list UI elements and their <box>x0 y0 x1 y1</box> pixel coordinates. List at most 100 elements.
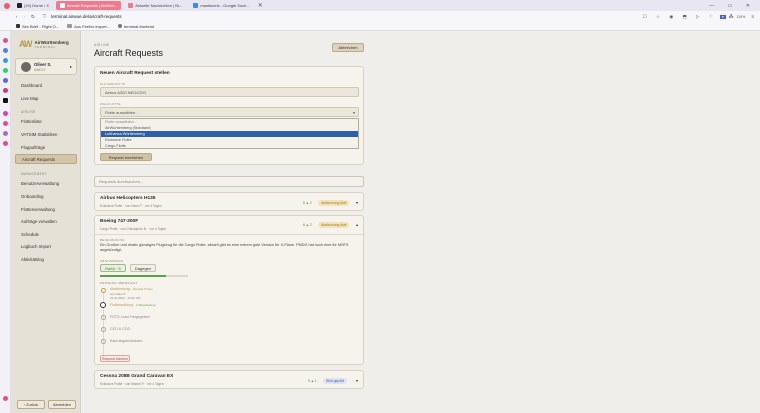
back-button[interactable]: ‹ Zurück <box>17 400 45 409</box>
step-2: Flottenprüfung · In Bearbeitung <box>110 303 156 307</box>
request-card[interactable]: Cessna 208B Grand Caravan EX Exklusive F… <box>94 370 364 389</box>
sidebar-app-icon-9[interactable] <box>3 121 8 126</box>
nav-vatsim-statistiken[interactable]: VATSIM Statistiken <box>15 129 77 139</box>
chevron-down-icon[interactable]: ▾ <box>356 378 358 383</box>
app-sidebar: AW AirWürttemberg TERMINAL Oliver S. AWE… <box>11 31 81 413</box>
folder-icon <box>67 24 73 28</box>
sidebar-app-icon-1[interactable] <box>3 38 8 43</box>
fleet-select[interactable]: Flotte auswählen... ▾ <box>100 107 359 117</box>
nav-flugauftraege[interactable]: Flugaufträge <box>15 142 77 152</box>
progress-label: PROZESS-ÜBERSICHT <box>100 281 138 285</box>
browser-tab-x[interactable]: (19) Home / X <box>13 1 53 10</box>
vote-count: 5 ▲ 2 <box>303 201 312 205</box>
step-1: Abstimmung · Aktuelle Phase <box>110 287 153 291</box>
vote-progress-fill <box>100 275 166 277</box>
nav-aktivitaetslog[interactable]: Aktivitätslog <box>15 254 77 264</box>
request-search-input[interactable]: Requests durchsuchen... <box>94 176 364 187</box>
sidebar-app-icon-2[interactable] <box>3 48 8 53</box>
step-active-icon <box>100 302 106 308</box>
new-tab-icon[interactable]: ✕ <box>258 2 263 9</box>
nav-live-map[interactable]: Live Map <box>15 93 77 103</box>
page-title: Aircraft Requests <box>94 48 164 58</box>
vote-no-button[interactable]: Dagegen <box>130 264 156 272</box>
chevron-down-icon: ▾ <box>352 109 355 115</box>
reload-icon[interactable]: ↻ <box>31 14 35 20</box>
nav-auftraege-verwalten[interactable]: Aufträge verwalten <box>15 216 77 226</box>
nav-benutzerverwaltung[interactable]: Benutzerverwaltung <box>15 178 77 188</box>
user-card[interactable]: Oliver S. AWE13 ▸ <box>15 58 77 75</box>
vote-progress-track <box>100 275 188 277</box>
menu-icon[interactable]: ≡ <box>751 14 754 19</box>
browser-nav-bar: ‹ › ↻ ⛉ terminal.airwue.de/aircraft-requ… <box>0 11 760 22</box>
firefox-icon[interactable] <box>4 2 10 9</box>
request-name: Cessna 208B Grand Caravan EX <box>100 374 174 379</box>
bookmark-simbrief[interactable]: Sim Brief - Flight O... <box>16 24 59 29</box>
browser-sidebar-strip <box>0 31 11 413</box>
zoom-level[interactable]: 110% <box>736 15 745 19</box>
description-label: BEGRÜNDUNG <box>100 238 125 242</box>
sidebar-app-icon-10[interactable] <box>3 131 8 136</box>
avatar <box>21 62 31 72</box>
sidebar-app-icon-3[interactable] <box>3 58 8 63</box>
cancel-request-button[interactable]: Abbrechen <box>332 43 364 52</box>
nav-logbuch-import[interactable]: Logbuch Import <box>15 241 77 251</box>
sidebar-settings-icon[interactable] <box>3 396 8 401</box>
step-done-icon <box>101 288 106 293</box>
section-airline: AIRLINE <box>21 110 36 114</box>
sidebar-app-icon-8[interactable] <box>3 111 8 116</box>
sidebar-app-icon-5[interactable] <box>3 78 8 83</box>
chevron-right-icon: ▸ <box>69 64 72 69</box>
step-4: CEO & COO <box>110 327 131 331</box>
nav-flottenverwaltung[interactable]: Flottenverwaltung <box>15 204 77 214</box>
extension-badge[interactable]: ● <box>719 14 726 19</box>
x-icon <box>17 3 22 8</box>
request-name: Boeing 747-200F <box>100 219 139 224</box>
sidebar-app-icon-4[interactable] <box>3 68 8 73</box>
vote-count: 5 ▲ 1 <box>308 379 317 383</box>
aircraft-type-input[interactable]: Airbus A320 NEO/CEO <box>100 87 359 97</box>
chevron-up-icon[interactable]: ▴ <box>356 222 358 227</box>
fleet-dropdown: Flotte auswählen... AirWürttemberg (Stan… <box>100 118 359 149</box>
form-title: Neuen Aircraft Request stellen <box>100 71 170 76</box>
nav-schedule[interactable]: Schedule <box>15 229 77 239</box>
sidebar-app-icon-6[interactable] <box>3 88 8 93</box>
user-id: AWE13 <box>34 68 46 72</box>
browser-tab-google[interactable]: mantisnetz - Google Such... <box>189 1 253 10</box>
fleet-option[interactable]: Cargo Flotte <box>101 143 358 149</box>
aircraft-type-label: FLUGZEUGTYP <box>100 82 126 86</box>
toolbar-icons[interactable]: ☐ ☆ ◉ ⬒ ▷ ♡ <box>643 14 717 20</box>
back-icon[interactable]: ‹ <box>16 14 18 19</box>
sidebar-app-icon-11[interactable] <box>3 141 8 146</box>
logout-button[interactable]: Abmelden <box>48 400 76 409</box>
request-card-expanded: Boeing 747-200F Cargo Flotte · von Chris… <box>94 215 364 365</box>
bookmarks-bar: Sim Brief - Flight O... Aus Firefox impo… <box>0 22 760 31</box>
browser-tab-bar: (19) Home / X Aircraft Requests | AirWür… <box>0 0 760 11</box>
bookmark-terminal-frontend[interactable]: terminal-frontend <box>117 24 154 29</box>
nav-aircraft-requests[interactable]: Aircraft Requests <box>15 154 77 164</box>
user-name: Oliver S. <box>34 62 52 67</box>
window-controls[interactable]: — ▭ ✕ <box>709 3 760 9</box>
shield-icon[interactable]: ⛉ <box>43 14 46 19</box>
browser-tab-br[interactable]: Aktuelle Nachrichten | Br... <box>124 1 186 10</box>
google-icon <box>193 3 199 8</box>
status-badge: Abstimmung läuft <box>318 222 350 228</box>
step-pending-icon <box>101 339 106 344</box>
translate-icon[interactable]: ⁂ <box>729 14 734 20</box>
url-bar[interactable]: terminal.airwue.de/aircraft-requests <box>51 14 122 19</box>
submit-request-button[interactable]: Request einreichen <box>100 153 152 161</box>
forward-icon[interactable]: › <box>24 14 26 19</box>
chevron-down-icon[interactable]: ▾ <box>356 200 358 205</box>
step-1-date: 21.11.2024 · 14:22 Uhr <box>110 296 141 300</box>
nav-dashboard[interactable]: Dashboard <box>15 80 77 90</box>
sidebar-app-icon-7[interactable] <box>3 98 8 103</box>
delete-request-button[interactable]: Request löschen <box>100 355 130 362</box>
bookmark-firefox-import[interactable]: Aus Firefox import... <box>67 24 110 29</box>
logo[interactable]: AW AirWürttemberg TERMINAL <box>19 39 69 49</box>
step-pending-icon <box>101 315 106 320</box>
nav-onboarding[interactable]: Onboarding <box>15 191 77 201</box>
browser-tab-aircraft-requests[interactable]: Aircraft Requests | AirWürt... <box>55 1 122 10</box>
vote-yes-button[interactable]: Dafür · 6 <box>100 264 126 272</box>
nav-flottenliste[interactable]: Flottenliste <box>15 116 77 126</box>
request-card[interactable]: Airbus Helicopters H135 Exklusive Flotte… <box>94 192 364 211</box>
fleet-label: ZIELFLOTTE <box>100 102 121 106</box>
